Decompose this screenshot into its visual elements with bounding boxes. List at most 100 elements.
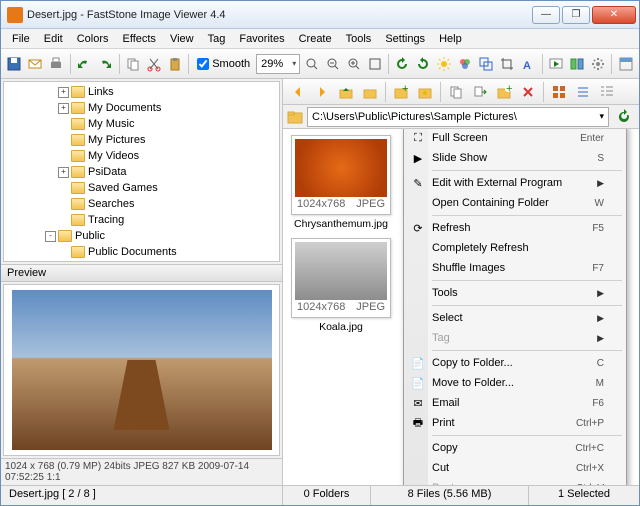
address-combo[interactable]: C:\Users\Public\Pictures\Sample Pictures… — [307, 107, 609, 127]
smooth-checkbox[interactable]: Smooth — [197, 58, 250, 70]
redo-icon[interactable] — [96, 53, 115, 75]
nav-back-icon[interactable] — [287, 81, 309, 103]
print-icon[interactable] — [47, 53, 66, 75]
ctx-print[interactable]: 🖶PrintCtrl+P — [406, 413, 624, 433]
window-title: Desert.jpg - FastStone Image Viewer 4.4 — [27, 9, 531, 21]
ctx-move-to-folder-[interactable]: 📄Move to Folder...M — [406, 373, 624, 393]
fav-list-icon[interactable] — [414, 81, 436, 103]
folder-tree[interactable]: +Links+My DocumentsMy MusicMy PicturesMy… — [3, 81, 280, 262]
tree-item[interactable]: +Links — [6, 84, 277, 100]
folder-icon — [287, 109, 303, 125]
context-menu: ⛶Full ScreenEnter▶Slide ShowS ✎Edit with … — [403, 129, 627, 485]
rotate-left-icon[interactable] — [393, 53, 412, 75]
ctx-refresh[interactable]: ⟳RefreshF5 — [406, 218, 624, 238]
zoom-in-icon[interactable] — [344, 53, 363, 75]
menu-view[interactable]: View — [163, 31, 201, 47]
tree-item[interactable]: Searches — [6, 196, 277, 212]
menu-edit[interactable]: Edit — [37, 31, 70, 47]
tree-item[interactable]: Public Documents — [6, 244, 277, 260]
menu-settings[interactable]: Settings — [378, 31, 432, 47]
address-text: C:\Users\Public\Pictures\Sample Pictures… — [312, 111, 517, 123]
preview-status: 1024 x 768 (0.79 MP) 24bits JPEG 827 KB … — [1, 458, 282, 485]
tree-item[interactable]: +My Documents — [6, 100, 277, 116]
ctx-open-containing-folder[interactable]: Open Containing FolderW — [406, 193, 624, 213]
preview-pane[interactable] — [3, 284, 280, 456]
copy-icon[interactable] — [123, 53, 142, 75]
tree-item[interactable]: My Music — [6, 116, 277, 132]
menu-help[interactable]: Help — [432, 31, 469, 47]
app-icon — [7, 7, 23, 23]
fav-add-icon[interactable]: + — [390, 81, 412, 103]
delete-icon[interactable] — [517, 81, 539, 103]
ctx-edit-with-external-program[interactable]: ✎Edit with External Program▶ — [406, 173, 624, 193]
ctx-completely-refresh[interactable]: Completely Refresh — [406, 238, 624, 258]
thumbnail[interactable]: 1024x768JPEGChrysanthemum.jpg — [289, 135, 393, 230]
text-icon[interactable]: A — [519, 53, 538, 75]
menu-colors[interactable]: Colors — [70, 31, 116, 47]
slideshow-icon[interactable] — [546, 53, 565, 75]
zoom-fit-icon[interactable] — [302, 53, 321, 75]
mail-icon[interactable] — [26, 53, 45, 75]
ctx-slide-show[interactable]: ▶Slide ShowS — [406, 148, 624, 168]
ctx-copy-to-folder-[interactable]: 📄Copy to Folder...C — [406, 353, 624, 373]
ctx-tools[interactable]: Tools▶ — [406, 283, 624, 303]
left-panel: +Links+My DocumentsMy MusicMy PicturesMy… — [1, 79, 283, 485]
paste-icon[interactable] — [165, 53, 184, 75]
maximize-button[interactable]: ❐ — [562, 6, 590, 24]
tree-item[interactable]: -Public — [6, 228, 277, 244]
brightness-icon[interactable] — [435, 53, 454, 75]
thumbnail-area[interactable]: 1024x768JPEGChrysanthemum.jpg1024x768JPE… — [283, 129, 639, 485]
settings-icon[interactable] — [588, 53, 607, 75]
save-icon[interactable] — [5, 53, 24, 75]
move-to-icon[interactable] — [469, 81, 491, 103]
crop-icon[interactable] — [498, 53, 517, 75]
address-refresh-icon[interactable] — [613, 106, 635, 128]
ctx-full-screen[interactable]: ⛶Full ScreenEnter — [406, 129, 624, 148]
compare-icon[interactable] — [567, 53, 586, 75]
view-details-icon[interactable] — [596, 81, 618, 103]
nav-forward-icon[interactable] — [311, 81, 333, 103]
ctx-email[interactable]: ✉EmailF6 — [406, 393, 624, 413]
ctx-copy[interactable]: CopyCtrl+C — [406, 438, 624, 458]
close-button[interactable]: ✕ — [592, 6, 636, 24]
tree-item[interactable]: +PsiData — [6, 164, 277, 180]
menu-favorites[interactable]: Favorites — [232, 31, 291, 47]
ctx-cut[interactable]: CutCtrl+X — [406, 458, 624, 478]
cut-icon[interactable] — [144, 53, 163, 75]
thumbnail[interactable]: 1024x768JPEGKoala.jpg — [289, 238, 393, 333]
resize-icon[interactable] — [477, 53, 496, 75]
titlebar: Desert.jpg - FastStone Image Viewer 4.4 … — [1, 1, 639, 29]
menu-tools[interactable]: Tools — [339, 31, 379, 47]
tree-item[interactable]: Saved Games — [6, 180, 277, 196]
menu-effects[interactable]: Effects — [116, 31, 163, 47]
tree-item[interactable]: Tracing — [6, 212, 277, 228]
preview-header: Preview — [1, 264, 282, 282]
new-folder-icon[interactable]: + — [493, 81, 515, 103]
zoom-combo[interactable]: 29% — [256, 54, 300, 74]
view-thumbs-icon[interactable] — [548, 81, 570, 103]
ctx-shuffle-images[interactable]: Shuffle ImagesF7 — [406, 258, 624, 278]
skin-icon[interactable] — [616, 53, 635, 75]
svg-text:+: + — [506, 84, 512, 95]
ctx-select[interactable]: Select▶ — [406, 308, 624, 328]
menu-create[interactable]: Create — [292, 31, 339, 47]
copy-to-icon[interactable] — [445, 81, 467, 103]
preview-image — [12, 290, 272, 450]
menu-tag[interactable]: Tag — [201, 31, 233, 47]
nav-home-icon[interactable] — [359, 81, 381, 103]
tree-item[interactable]: My Pictures — [6, 132, 277, 148]
tree-item[interactable]: My Videos — [6, 148, 277, 164]
minimize-button[interactable]: — — [532, 6, 560, 24]
status-file: Desert.jpg [ 2 / 8 ] — [1, 486, 283, 505]
main-toolbar: Smooth 29% A — [1, 49, 639, 79]
tree-item[interactable]: Public Downloads — [6, 260, 277, 262]
zoom-actual-icon[interactable] — [365, 53, 384, 75]
colors-icon[interactable] — [456, 53, 475, 75]
zoom-out-icon[interactable] — [323, 53, 342, 75]
rotate-right-icon[interactable] — [414, 53, 433, 75]
nav-up-icon[interactable] — [335, 81, 357, 103]
undo-icon[interactable] — [75, 53, 94, 75]
view-list-icon[interactable] — [572, 81, 594, 103]
menu-file[interactable]: File — [5, 31, 37, 47]
right-panel: + + C:\Users\Public\Pictures\Sample Pict… — [283, 79, 639, 485]
